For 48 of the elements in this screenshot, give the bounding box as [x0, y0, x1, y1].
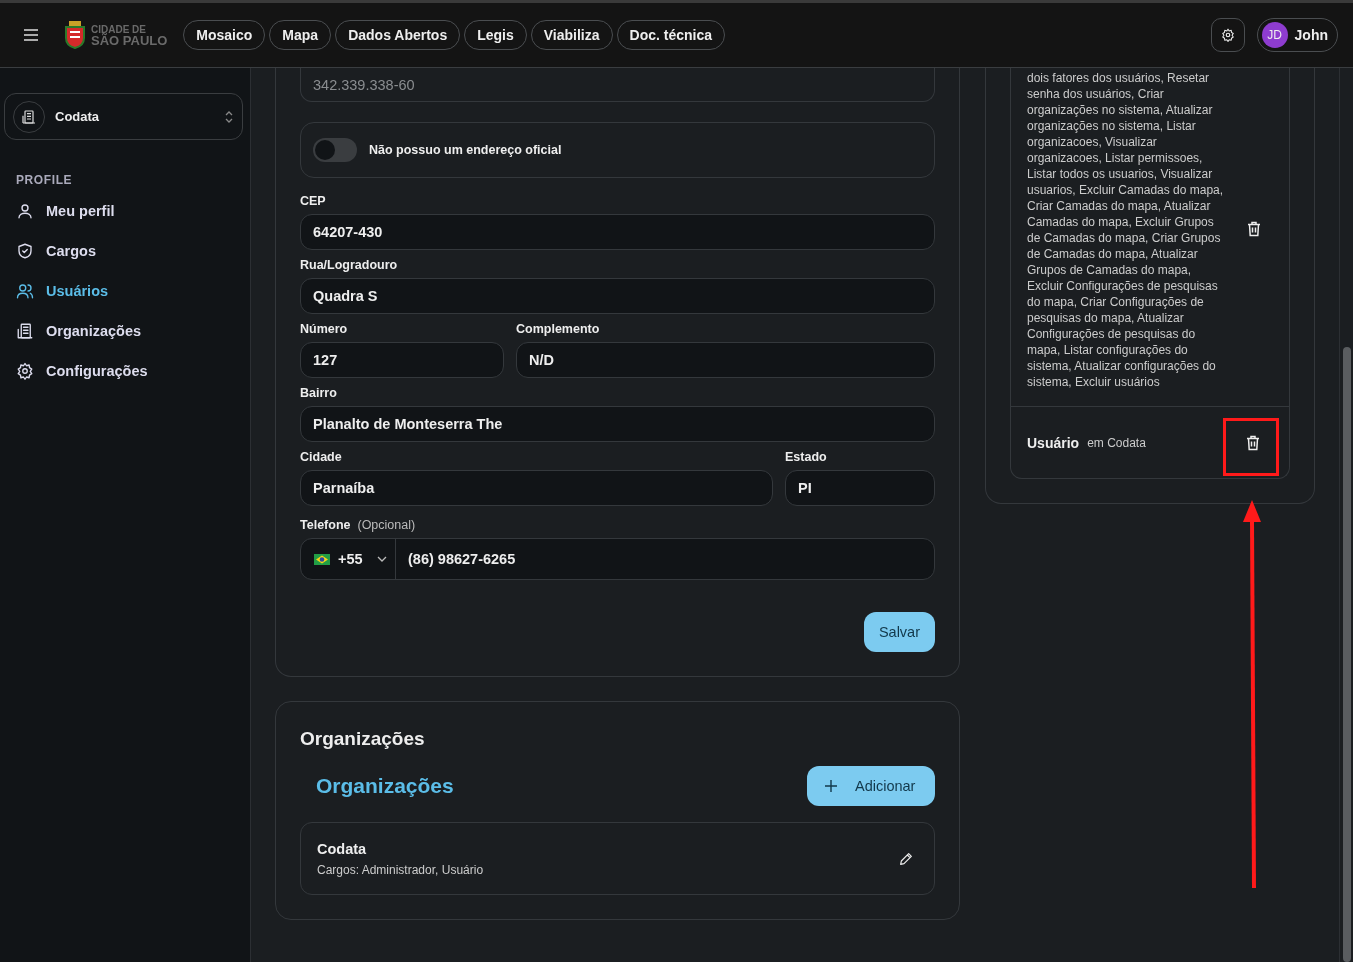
organization-selector[interactable]: Codata	[4, 93, 243, 140]
highlight-box	[1223, 418, 1279, 476]
role-name: Usuário	[1027, 434, 1080, 451]
input-field[interactable]: Parnaíba	[300, 470, 773, 506]
settings-icon	[1220, 28, 1235, 42]
sidebar-item[interactable]: Meu perfil	[16, 191, 242, 231]
sidebar-item[interactable]: Usuários	[16, 271, 242, 311]
field-label: Estado	[785, 450, 828, 464]
card-title: Organizações	[300, 728, 426, 750]
input-field[interactable]: Quadra S	[300, 278, 935, 314]
field-label: CEP	[300, 194, 327, 208]
plus-icon	[825, 780, 837, 792]
optional-note: (Opcional)	[357, 518, 416, 532]
field-label: Telefone	[300, 518, 351, 532]
section-heading: PROFILE	[16, 173, 74, 187]
add-button[interactable]: Adicionar	[807, 766, 935, 806]
gear-icon	[16, 362, 34, 380]
organization-roles: Cargos: Administrador, Usuário	[317, 862, 484, 877]
field-label: Cidade	[300, 450, 343, 464]
input-field[interactable]: PI	[785, 470, 935, 506]
person-icon	[16, 202, 34, 220]
document-field[interactable]: 342.339.338-60	[300, 68, 935, 102]
toggle-switch[interactable]	[313, 138, 357, 162]
organization-name: Codata	[317, 840, 368, 857]
coat-of-arms-icon	[62, 20, 88, 50]
permissions-text: dois fatores dos usuários, Resetar senha dos usuários, Criar organizações no sistema, Atualizar organizações no sistema, Listar organizacoes, Visualizar organizacoes, Listar permissoes, Listar todos os usuarios, Visualizar usuarios, Excluir Camadas do mapa, Criar Camadas do mapa, Atualizar Camadas do mapa, Excluir Grupos de Camadas do mapa, Criar Grupos de Camadas do mapa, Atualizar Grupos de Camadas do mapa, Excluir Configurações de pesquisas do mapa, Criar Configurações de pesquisas do mapa, Atualizar Configurações de pesquisas do mapa, Listar configurações do sistema, Atualizar configurações do sistema, Excluir usuários	[1027, 70, 1225, 390]
field-label: Complemento	[516, 322, 601, 336]
sidebar-item[interactable]: Organizações	[16, 311, 242, 351]
building-icon	[16, 322, 34, 340]
field-label: Número	[300, 322, 349, 336]
toggle-label: Não possuo um endereço oficial	[369, 143, 562, 157]
field-label: Bairro	[300, 386, 338, 400]
input-field[interactable]: Planalto de Monteserra The	[300, 406, 935, 442]
save-button[interactable]: Salvar	[863, 612, 935, 652]
people-icon	[16, 282, 34, 300]
field-label: Rua/Logradouro	[300, 258, 399, 272]
role-organization: em Codata	[1087, 435, 1146, 450]
input-field[interactable]: 64207-430	[300, 214, 935, 250]
section-title: Organizações	[316, 774, 454, 798]
sidebar-item[interactable]: Cargos	[16, 231, 242, 271]
input-field[interactable]: 127	[300, 342, 504, 378]
sidebar-item[interactable]: Configurações	[16, 351, 242, 391]
avatar: JD	[1261, 22, 1288, 48]
chevron-icon	[224, 109, 234, 124]
logo-text: SÃO PAULO	[91, 35, 168, 46]
settings-button[interactable]	[1210, 18, 1245, 52]
shield-check-icon	[16, 242, 34, 260]
input-field[interactable]: N/D	[516, 342, 935, 378]
